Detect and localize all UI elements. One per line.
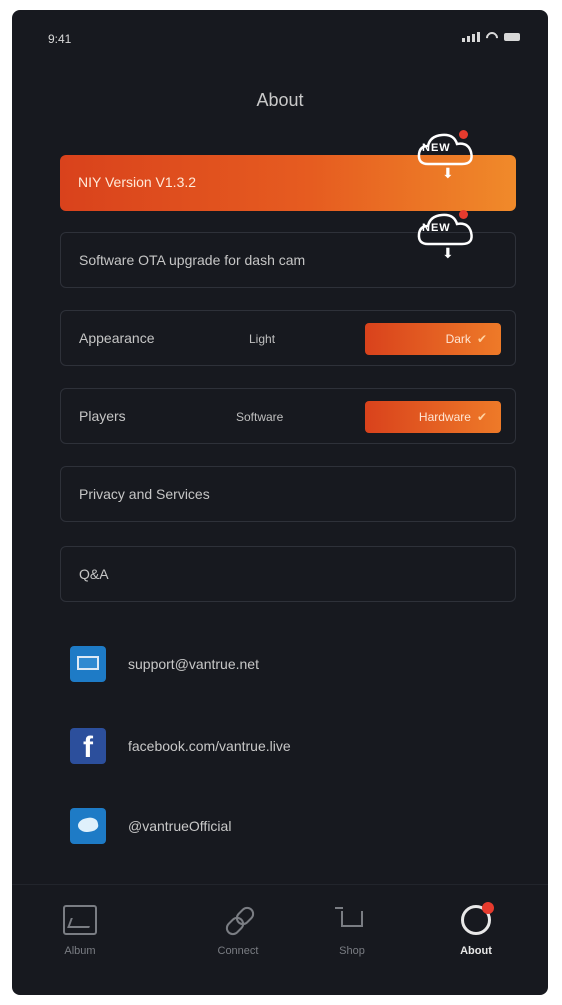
tab-connect-label: Connect: [217, 945, 259, 957]
status-icons: [462, 32, 520, 42]
contact-twitter[interactable]: @vantrueOfficial: [70, 806, 231, 846]
download-arrow-icon: ⬇: [442, 165, 454, 181]
app-screen: 9:41 About NIY Version V1.3.2 NEW ⬇ Soft…: [12, 10, 548, 995]
privacy-label: Privacy and Services: [79, 486, 210, 502]
tab-bar: Album Connect Shop About: [12, 884, 548, 995]
notification-dot: [459, 210, 468, 219]
ota-label: Software OTA upgrade for dash cam: [79, 252, 306, 268]
players-row: Players Software Hardware ✔: [60, 388, 516, 444]
appearance-selected: Dark: [445, 332, 471, 346]
wifi-icon: [486, 32, 498, 42]
players-software-option[interactable]: Software: [236, 410, 283, 424]
cart-icon: [335, 905, 369, 935]
facebook-icon: f: [70, 728, 106, 764]
appearance-label: Appearance: [79, 330, 155, 346]
tab-connect[interactable]: Connect: [198, 905, 278, 957]
players-selected: Hardware: [418, 410, 471, 424]
contact-email[interactable]: support@vantrue.net: [70, 644, 259, 684]
appearance-light-option[interactable]: Light: [249, 332, 275, 346]
notification-dot: [459, 130, 468, 139]
about-icon: [461, 902, 494, 935]
twitter-icon: [70, 808, 106, 844]
qa-label: Q&A: [79, 566, 109, 582]
new-badge: NEW: [422, 142, 451, 154]
tab-about-label: About: [460, 945, 492, 957]
privacy-row[interactable]: Privacy and Services: [60, 466, 516, 522]
contact-facebook-text: facebook.com/vantrue.live: [128, 738, 291, 754]
qa-row[interactable]: Q&A: [60, 546, 516, 602]
appearance-dropdown[interactable]: Dark ✔: [365, 323, 501, 355]
link-icon: [221, 905, 255, 935]
ota-new-cloud-icon[interactable]: NEW ⬇: [416, 210, 478, 261]
chevron-down-icon: ✔: [476, 332, 487, 346]
players-dropdown[interactable]: Hardware ✔: [365, 401, 501, 433]
contact-email-text: support@vantrue.net: [128, 656, 259, 672]
download-arrow-icon: ⬇: [442, 245, 454, 261]
tab-shop-label: Shop: [339, 945, 365, 957]
contact-twitter-text: @vantrueOfficial: [128, 818, 232, 834]
appearance-row: Appearance Light Dark ✔: [60, 310, 516, 366]
battery-icon: [504, 33, 520, 41]
tab-album-label: Album: [64, 945, 96, 957]
chevron-down-icon: ✔: [476, 410, 487, 424]
new-badge: NEW: [422, 222, 451, 234]
status-bar: 9:41: [12, 10, 548, 70]
notification-dot: [482, 902, 494, 914]
album-icon: [63, 905, 97, 935]
signal-icon: [462, 32, 480, 42]
tab-album[interactable]: Album: [40, 905, 120, 957]
new-update-cloud-icon[interactable]: NEW ⬇: [416, 130, 478, 181]
status-time: 9:41: [48, 32, 72, 46]
players-label: Players: [79, 408, 126, 424]
tab-about[interactable]: About: [436, 902, 516, 957]
version-label: NIY Version V1.3.2: [78, 174, 197, 190]
tab-shop[interactable]: Shop: [312, 905, 392, 957]
page-title: About: [256, 90, 304, 110]
contact-facebook[interactable]: f facebook.com/vantrue.live: [70, 726, 291, 766]
mail-icon: [70, 646, 106, 682]
